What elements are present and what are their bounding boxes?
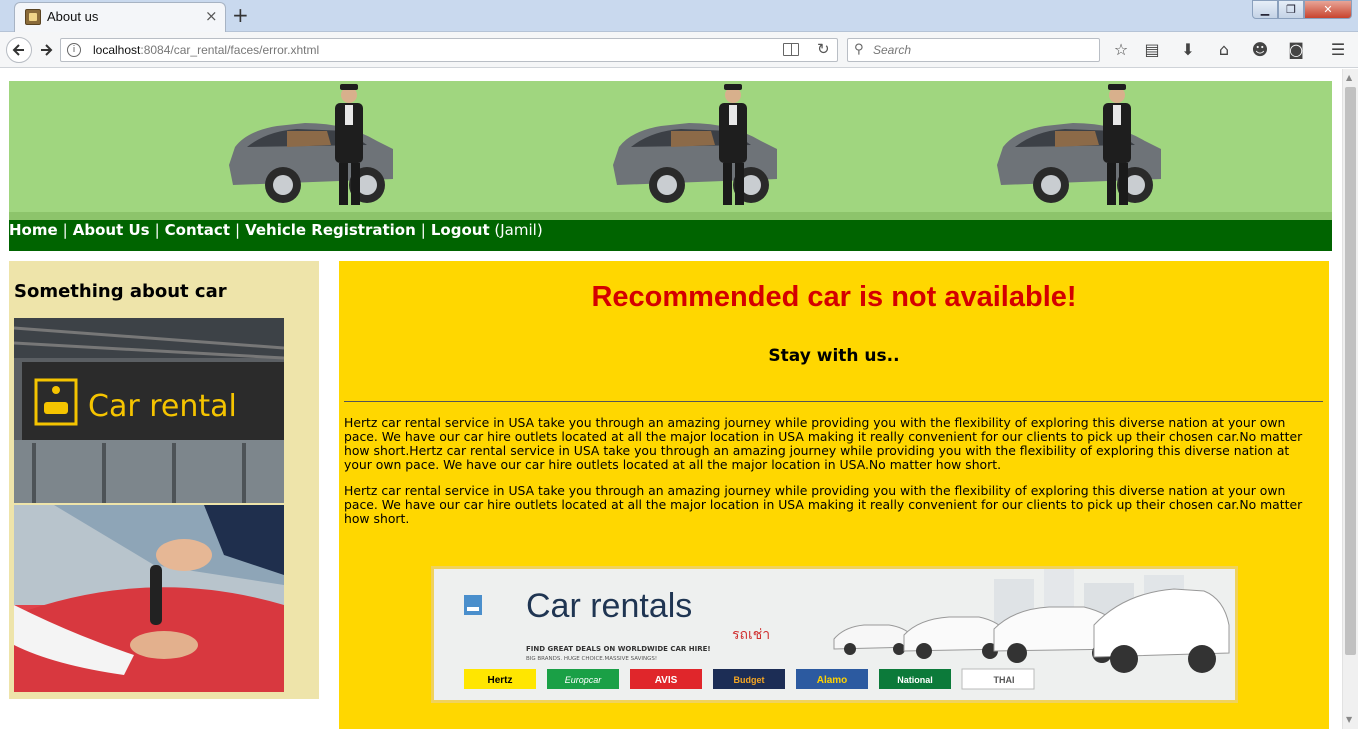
tab-title: About us (47, 9, 99, 24)
browser-titlebar: About us × + ▁ ❐ ✕ (0, 0, 1358, 32)
search-bar[interactable]: ⚲ Search (847, 38, 1100, 62)
scroll-down-icon[interactable]: ▼ (1346, 715, 1352, 724)
page-viewport: Home | About Us | Contact | Vehicle Registrati… (0, 69, 1342, 729)
brand-europcar: Europcar (565, 675, 603, 685)
star-icon[interactable]: ☆ (1111, 40, 1131, 60)
divider (344, 401, 1323, 402)
favicon-icon (25, 9, 41, 25)
menu-icon[interactable]: ☰ (1328, 40, 1348, 60)
search-icon: ⚲ (854, 42, 864, 57)
main-content: Recommended car is not available! Stay w… (339, 261, 1329, 729)
reading-list-icon[interactable]: ▤ (1142, 40, 1162, 60)
ad-sub-tagline: BIG BRANDS. HUGE CHOICE.MASSIVE SAVINGS! (526, 656, 657, 662)
nav-separator: | (62, 221, 68, 239)
reader-view-icon[interactable] (783, 43, 799, 56)
chauffeur-car-image (997, 84, 1161, 205)
back-button[interactable] (6, 37, 32, 63)
maximize-button[interactable]: ❐ (1278, 0, 1304, 19)
ad-tagline: FIND GREAT DEALS ON WORLDWIDE CAR HIRE! (526, 645, 711, 653)
page-subtitle: Stay with us.. (768, 346, 900, 366)
main-menu: Home | About Us | Contact | Vehicle Registrati… (9, 221, 543, 241)
window-controls: ▁ ❐ ✕ (1252, 0, 1358, 20)
nav-contact-link[interactable]: Contact (165, 221, 230, 239)
car-keys-handover-image (14, 505, 284, 692)
header-banner: Home | About Us | Contact | Vehicle Registrati… (9, 81, 1332, 251)
car-rental-sign-image: Car rental (14, 318, 284, 503)
new-tab-icon[interactable]: + (232, 3, 249, 27)
sidebar: Something about car Car rental (9, 261, 319, 699)
smiley-icon[interactable]: ☻ (1250, 40, 1270, 60)
chauffeur-car-image (229, 84, 393, 205)
intro-paragraph: Hertz car rental service in USA take you… (344, 415, 1303, 472)
pocket-icon[interactable]: ◙ (1286, 40, 1306, 60)
close-tab-icon[interactable]: × (205, 7, 218, 25)
arrow-left-icon (12, 44, 24, 56)
ad-title: Car rentals (526, 587, 692, 625)
url-text: localhost:8084/car_rental/faces/error.xh… (93, 43, 319, 57)
home-icon[interactable]: ⌂ (1214, 40, 1234, 60)
arrow-right-icon (41, 44, 53, 56)
nav-logout-link[interactable]: Logout (431, 221, 490, 239)
chauffeur-car-image (613, 84, 777, 205)
nav-separator: | (154, 221, 160, 239)
brand-avis: AVIS (655, 675, 678, 686)
url-host: localhost (93, 43, 141, 57)
sidebar-title: Something about car (14, 281, 227, 302)
close-window-button[interactable]: ✕ (1304, 0, 1352, 19)
minimize-button[interactable]: ▁ (1252, 0, 1278, 19)
info-icon[interactable]: i (67, 43, 81, 57)
brand-hertz: Hertz (487, 675, 512, 686)
browser-navbar: i localhost:8084/car_rental/faces/error.… (0, 32, 1358, 68)
scrollbar-thumb[interactable] (1345, 87, 1356, 655)
browser-tab[interactable]: About us × (14, 2, 226, 32)
nav-separator: | (235, 221, 241, 239)
reload-icon[interactable]: ↻ (817, 40, 830, 58)
url-path: :8084/car_rental/faces/error.xhtml (140, 43, 320, 57)
brand-alamo: Alamo (817, 675, 848, 686)
ad-graphic: Car rentals รถเช่า FIND GREAT DEALS ON W… (434, 569, 1235, 700)
brand-thai: THAI (994, 675, 1015, 685)
nav-about-link[interactable]: About Us (73, 221, 150, 239)
car-rentals-ad-banner[interactable]: Car rentals รถเช่า FIND GREAT DEALS ON W… (431, 566, 1238, 703)
nav-vehicle-registration-link[interactable]: Vehicle Registration (245, 221, 416, 239)
nav-home-link[interactable]: Home (9, 221, 58, 239)
page-title: Recommended car is not available! (591, 281, 1077, 313)
brand-national: National (897, 675, 933, 685)
download-icon[interactable]: ⬇ (1178, 40, 1198, 60)
scroll-up-icon[interactable]: ▲ (1346, 73, 1352, 82)
ad-thai-text: รถเช่า (732, 627, 770, 643)
search-input[interactable]: Search (873, 43, 911, 57)
nav-separator: | (420, 221, 426, 239)
brand-budget: Budget (734, 675, 765, 685)
url-bar[interactable]: i localhost:8084/car_rental/faces/error.… (60, 38, 838, 62)
second-paragraph: Hertz car rental service in USA take you… (344, 483, 1303, 526)
sidebar-image-text: Car rental (88, 389, 237, 424)
logged-in-user: (Jamil) (494, 221, 543, 239)
vertical-scrollbar[interactable]: ▲ ▼ (1342, 69, 1358, 729)
forward-button[interactable] (34, 40, 58, 60)
